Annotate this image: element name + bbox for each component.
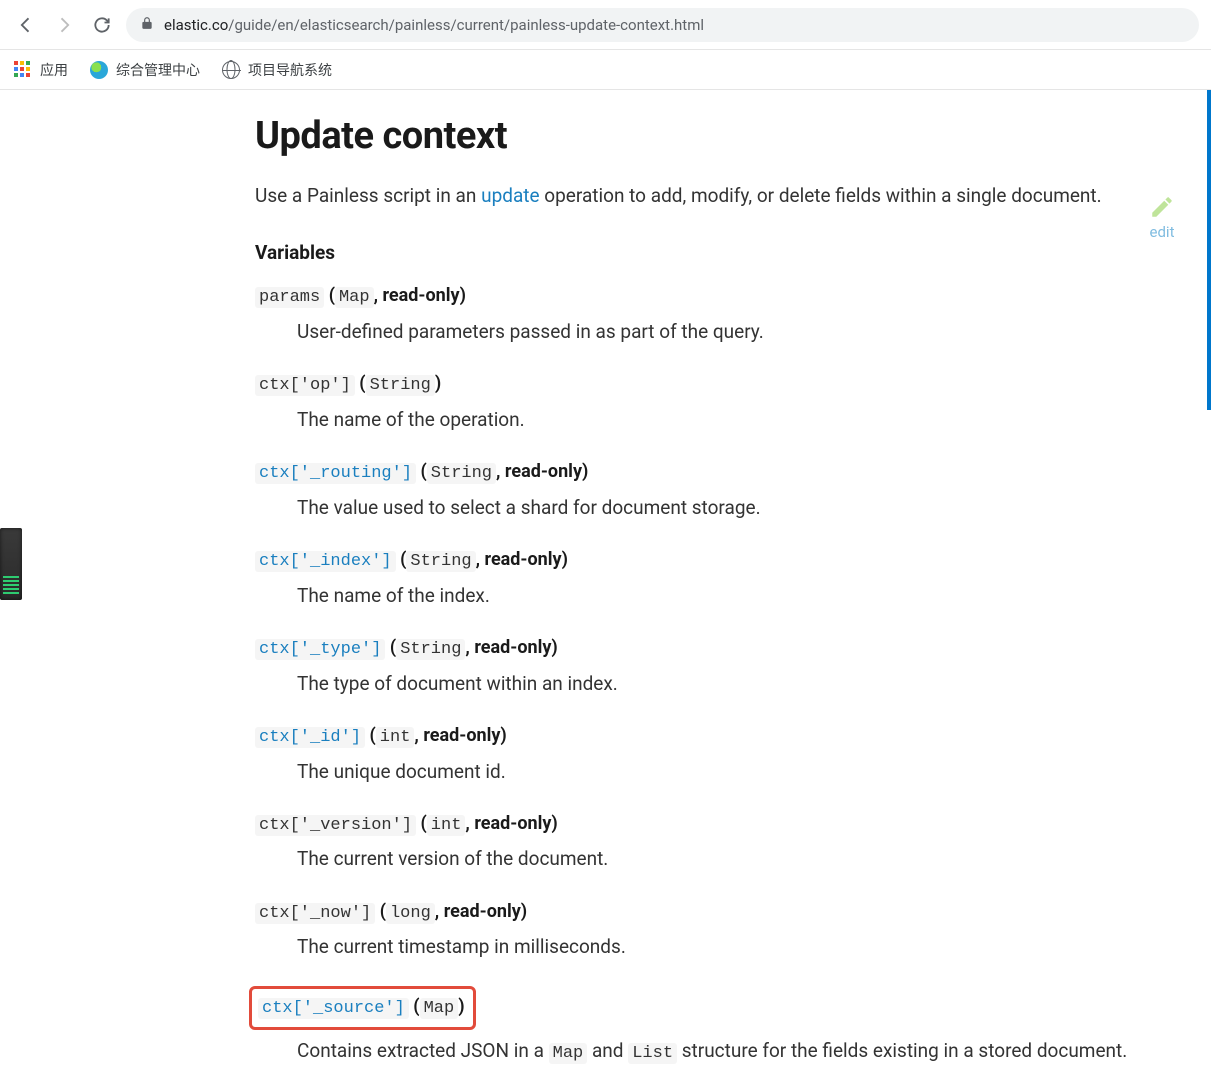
variable-type: int (376, 727, 415, 748)
variable-signature: (String, read-only) (421, 461, 589, 482)
variable-description: The value used to select a shard for doc… (297, 493, 1181, 522)
variable-description: The current timestamp in milliseconds. (297, 932, 1181, 961)
variable-signature: (Map) (413, 996, 464, 1017)
bookmarks-bar: 应用 综合管理中心 项目导航系统 (0, 50, 1211, 90)
variable-description: The name of the index. (297, 581, 1181, 610)
variable-name[interactable]: ctx['_id'] (255, 727, 365, 748)
scroll-indicator (1207, 90, 1211, 410)
variable-signature: (int, read-only) (370, 725, 507, 746)
inline-code: List (628, 1043, 677, 1064)
apps-grid-icon (14, 61, 32, 79)
variable-term: params (Map, read-only) (255, 282, 1181, 311)
variable-signature: (String, read-only) (400, 549, 568, 570)
variable-signature: (long, read-only) (380, 901, 527, 922)
browser-toolbar: elastic.co/guide/en/elasticsearch/painle… (0, 0, 1211, 50)
back-button[interactable] (12, 11, 40, 39)
variable-term: ctx['_source'] (Map) (255, 986, 1181, 1031)
variable-term: ctx['_version'] (int, read-only) (255, 810, 1181, 839)
bookmark-item-0[interactable]: 综合管理中心 (90, 60, 200, 80)
variable-term: ctx['_type'] (String, read-only) (255, 634, 1181, 663)
variable-entry: ctx['_index'] (String, read-only) The nam… (255, 546, 1181, 610)
variable-type: String (396, 639, 465, 660)
variable-entry: ctx['_routing'] (String, read-only) The v… (255, 458, 1181, 522)
apps-label: 应用 (40, 60, 68, 80)
variable-term: ctx['_now'] (long, read-only) (255, 898, 1181, 927)
address-bar[interactable]: elastic.co/guide/en/elasticsearch/painle… (126, 8, 1199, 42)
variable-signature: (Map, read-only) (329, 285, 466, 306)
apps-shortcut[interactable]: 应用 (14, 60, 68, 80)
edit-label: edit (1150, 223, 1175, 241)
bookmark-item-1[interactable]: 项目导航系统 (222, 60, 332, 80)
variable-type: String (366, 375, 435, 396)
content-wrap: edit Update context Use a Painless scrip… (0, 90, 1211, 1081)
lead-paragraph: Use a Painless script in an update opera… (255, 180, 1181, 211)
variable-type: String (406, 551, 475, 572)
variable-name[interactable]: ctx['_type'] (255, 639, 385, 660)
variable-description: The name of the operation. (297, 405, 1181, 434)
variable-description: User-defined parameters passed in as par… (297, 317, 1181, 346)
variable-entry: ctx['_now'] (long, read-only) The current… (255, 898, 1181, 962)
variable-name: ctx['_now'] (255, 903, 375, 924)
favicon-icon (90, 61, 108, 79)
variable-name[interactable]: ctx['_source'] (258, 998, 409, 1019)
variable-entry: ctx['op'] (String) The name of the operat… (255, 370, 1181, 434)
variable-signature: (String, read-only) (390, 637, 558, 658)
variable-description: The unique document id. (297, 757, 1181, 786)
variable-signature: (String) (359, 373, 441, 394)
article: Update context Use a Painless script in … (255, 90, 1181, 1081)
variable-name[interactable]: ctx['_routing'] (255, 463, 416, 484)
variable-entry: ctx['_id'] (int, read-only) The unique do… (255, 722, 1181, 786)
variable-description: Contains extracted JSON in a Map and Lis… (297, 1036, 1181, 1067)
page-title: Update context (255, 114, 1181, 158)
variable-type: Map (335, 287, 374, 308)
variable-signature: (int, read-only) (421, 813, 558, 834)
bookmark-label: 项目导航系统 (248, 60, 332, 80)
variable-type: long (386, 903, 435, 924)
variable-term: ctx['_index'] (String, read-only) (255, 546, 1181, 575)
reload-button[interactable] (88, 11, 116, 39)
variable-term: ctx['_routing'] (String, read-only) (255, 458, 1181, 487)
variable-description: The type of document within an index. (297, 669, 1181, 698)
variable-entry: ctx['_type'] (String, read-only) The type… (255, 634, 1181, 698)
forward-button[interactable] (50, 11, 78, 39)
url-text: elastic.co/guide/en/elasticsearch/painle… (164, 16, 704, 34)
lock-icon (140, 16, 154, 34)
edit-link[interactable]: edit (1149, 194, 1175, 241)
update-link[interactable]: update (481, 184, 539, 207)
variable-term: ctx['_id'] (int, read-only) (255, 722, 1181, 751)
variable-description: The current version of the document. (297, 844, 1181, 873)
variables-list: params (Map, read-only) User-defined para… (255, 282, 1181, 1067)
variables-heading: Variables (255, 241, 1181, 264)
variable-entry: params (Map, read-only) User-defined para… (255, 282, 1181, 346)
variable-entry: ctx['_version'] (int, read-only) The curr… (255, 810, 1181, 874)
variable-name[interactable]: ctx['_index'] (255, 551, 396, 572)
variable-type: Map (420, 998, 459, 1019)
variable-name: ctx['_version'] (255, 815, 416, 836)
globe-icon (222, 61, 240, 79)
variable-name: params (255, 287, 324, 308)
variable-name: ctx['op'] (255, 375, 355, 396)
variable-type: String (427, 463, 496, 484)
variable-entry: ctx['_source'] (Map) Contains extracted J… (255, 986, 1181, 1068)
variable-term: ctx['op'] (String) (255, 370, 1181, 399)
inline-code: Map (549, 1043, 588, 1064)
bookmark-label: 综合管理中心 (116, 60, 200, 80)
variable-type: int (427, 815, 466, 836)
